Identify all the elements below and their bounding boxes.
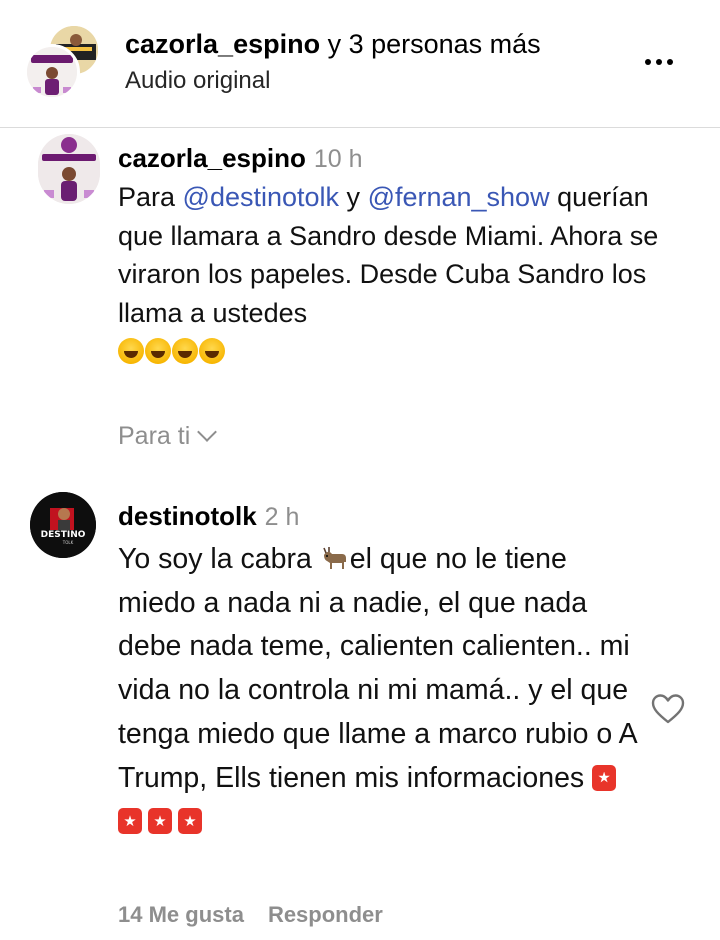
laughing-emoji-icon bbox=[172, 338, 198, 364]
likes-count[interactable]: 14 Me gusta bbox=[118, 902, 244, 928]
laughing-emoji-icon bbox=[118, 338, 144, 364]
siren-emoji-icon bbox=[148, 808, 172, 835]
comment-text: Yo soy la cabra el que no le tiene miedo… bbox=[118, 538, 638, 844]
comment-username[interactable]: cazorla_espino bbox=[118, 143, 306, 173]
siren-emoji-icon bbox=[178, 808, 202, 835]
comment-header: destinotolk 2 h bbox=[118, 500, 299, 537]
laughing-emoji-icon bbox=[145, 338, 171, 364]
heart-outline-icon[interactable] bbox=[650, 692, 686, 726]
comment-avatar-cazorla-espino[interactable] bbox=[38, 134, 100, 204]
mention-fernan-show[interactable]: @fernan_show bbox=[368, 182, 550, 212]
siren-emoji-icon bbox=[118, 808, 142, 835]
comment-text-prefix: Yo soy la cabra bbox=[118, 543, 320, 575]
comment-footer: 14 Me gusta Responder bbox=[118, 902, 383, 928]
audio-header: cazorla_espino y 3 personas más Audio or… bbox=[0, 0, 720, 128]
more-dot bbox=[656, 59, 662, 65]
reply-button[interactable]: Responder bbox=[268, 902, 383, 928]
avatar-cazorla-espino[interactable] bbox=[24, 44, 80, 100]
comment-time: 2 h bbox=[264, 503, 300, 531]
comment-text-mid: y bbox=[339, 182, 368, 212]
comment-avatar-destinotolk[interactable]: DESTINO TOLK bbox=[30, 492, 96, 558]
for-you-filter[interactable]: Para ti bbox=[118, 420, 218, 452]
comment-time: 10 h bbox=[313, 145, 363, 173]
comment-text-rest: el que no le tiene miedo a nada ni a nad… bbox=[118, 543, 637, 794]
comment-text-prefix: Para bbox=[118, 182, 183, 212]
laughing-emoji-group bbox=[118, 336, 226, 366]
more-icon[interactable] bbox=[636, 48, 682, 76]
chevron-down-icon bbox=[197, 422, 218, 442]
more-dot bbox=[667, 59, 673, 65]
comment-username[interactable]: destinotolk bbox=[118, 501, 257, 531]
header-username[interactable]: cazorla_espino bbox=[125, 29, 320, 59]
header-title: cazorla_espino y 3 personas más bbox=[125, 28, 541, 60]
for-you-label: Para ti bbox=[118, 422, 191, 450]
goat-emoji-icon bbox=[320, 541, 350, 569]
svg-text:DESTINO: DESTINO bbox=[41, 530, 86, 540]
comment-text: Para @destinotolk y @fernan_show querían… bbox=[118, 178, 688, 371]
comment-header: cazorla_espino 10 h bbox=[118, 142, 363, 179]
mention-destinotolk[interactable]: @destinotolk bbox=[183, 182, 340, 212]
more-dot bbox=[645, 59, 651, 65]
header-title-rest: y 3 personas más bbox=[320, 29, 541, 59]
laughing-emoji-icon bbox=[199, 338, 225, 364]
svg-text:TOLK: TOLK bbox=[62, 540, 74, 545]
siren-emoji-icon bbox=[592, 764, 617, 791]
audio-label[interactable]: Audio original bbox=[125, 66, 270, 96]
